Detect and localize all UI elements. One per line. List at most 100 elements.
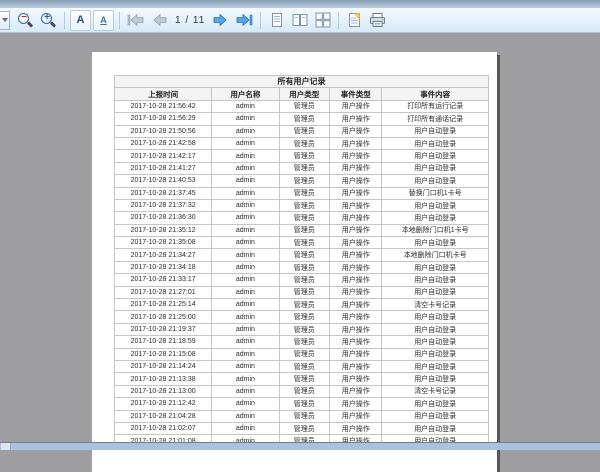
previous-page-button[interactable] [148, 10, 169, 31]
table-cell: 替换门口机1卡号 [382, 187, 489, 199]
zoom-in-button[interactable]: + [38, 10, 59, 31]
table-cell: admin [212, 398, 279, 410]
table-row: 2017-10-28 21:37:32admin管理员用户操作用户自动登录 [115, 199, 489, 211]
report-title: 所有用户记录 [115, 76, 489, 88]
table-cell: 用户操作 [330, 311, 382, 323]
table-cell: 管理员 [279, 175, 329, 187]
table-row: 2017-10-28 21:56:29admin管理员用户操作打印所有通话记录 [115, 113, 489, 125]
table-row: 2017-10-28 21:25:14admin管理员用户操作清空卡号记录 [115, 299, 489, 311]
single-page-layout-button[interactable] [266, 10, 287, 31]
table-cell: 用户自动登录 [382, 410, 489, 422]
table-cell: 2017-10-28 21:34:18 [115, 261, 212, 273]
previous-page-icon [150, 12, 167, 28]
column-header-report-time: 上报时间 [115, 88, 212, 100]
table-cell: 用户操作 [330, 249, 382, 261]
zoom-level-dropdown[interactable] [0, 11, 10, 30]
four-page-layout-button[interactable] [312, 10, 333, 31]
table-cell: 2017-10-28 21:02:07 [115, 422, 212, 434]
table-row: 2017-10-28 21:33:17admin管理员用户操作用户自动登录 [115, 274, 489, 286]
table-cell: 本地删除门口机卡号 [382, 249, 489, 261]
table-cell: 管理员 [279, 286, 329, 298]
table-cell: 用户操作 [330, 323, 382, 335]
table-cell: 管理员 [279, 360, 329, 372]
table-cell: admin [212, 125, 279, 137]
horizontal-scrollbar[interactable] [0, 443, 600, 450]
table-cell: admin [212, 323, 279, 335]
table-row: 2017-10-28 21:13:38admin管理员用户操作用户自动登录 [115, 373, 489, 385]
table-cell: 2017-10-28 21:33:17 [115, 274, 212, 286]
table-row: 2017-10-28 21:15:08admin管理员用户操作用户自动登录 [115, 348, 489, 360]
table-cell: admin [212, 286, 279, 298]
table-cell: 2017-10-28 21:56:29 [115, 113, 212, 125]
table-cell: 2017-10-28 21:40:53 [115, 175, 212, 187]
table-cell: admin [212, 199, 279, 211]
table-row: 2017-10-28 21:18:59admin管理员用户操作用户自动登录 [115, 336, 489, 348]
font-decrease-button[interactable]: A [93, 10, 114, 31]
table-cell: 2017-10-28 21:56:42 [115, 100, 212, 112]
page-setup-button[interactable] [344, 10, 365, 31]
table-cell: 管理员 [279, 237, 329, 249]
table-cell: 清空卡号记录 [382, 299, 489, 311]
table-row: 2017-10-28 21:27:01admin管理员用户操作用户自动登录 [115, 286, 489, 298]
table-cell: 用户操作 [330, 212, 382, 224]
two-page-layout-icon [292, 12, 308, 28]
table-cell: 清空卡号记录 [382, 385, 489, 397]
table-cell: admin [212, 150, 279, 162]
table-cell: 管理员 [279, 224, 329, 236]
table-cell: 管理员 [279, 410, 329, 422]
table-cell: 2017-10-28 21:12:42 [115, 398, 212, 410]
table-cell: 用户操作 [330, 175, 382, 187]
table-row: 2017-10-28 21:36:30admin管理员用户操作用户自动登录 [115, 212, 489, 224]
table-cell: 用户操作 [330, 261, 382, 273]
table-cell: 用户自动登录 [382, 336, 489, 348]
preview-page: 所有用户记录 上报时间 用户名称 用户类型 事件类型 事件内容 2017-10-… [92, 52, 497, 472]
table-cell: 用户自动登录 [382, 175, 489, 187]
table-cell: 2017-10-28 21:25:00 [115, 311, 212, 323]
table-cell: 用户操作 [330, 398, 382, 410]
zoom-out-button[interactable]: − [15, 10, 36, 31]
table-cell: 用户操作 [330, 187, 382, 199]
table-cell: 管理员 [279, 137, 329, 149]
page-divider: / [185, 15, 189, 26]
print-button[interactable] [367, 10, 388, 31]
next-page-button[interactable] [211, 10, 232, 31]
table-row: 2017-10-28 21:14:24admin管理员用户操作用户自动登录 [115, 360, 489, 372]
chevron-down-icon [2, 18, 8, 22]
table-cell: admin [212, 175, 279, 187]
table-cell: 管理员 [279, 113, 329, 125]
table-cell: 本地删除门口机1卡号 [382, 224, 489, 236]
scrollbar-left-chip[interactable] [1, 443, 11, 450]
table-cell: 用户自动登录 [382, 125, 489, 137]
table-row: 2017-10-28 21:13:00admin管理员用户操作清空卡号记录 [115, 385, 489, 397]
two-page-layout-button[interactable] [289, 10, 310, 31]
table-cell: 管理员 [279, 373, 329, 385]
table-row: 2017-10-28 21:25:00admin管理员用户操作用户自动登录 [115, 311, 489, 323]
table-cell: admin [212, 249, 279, 261]
font-increase-button[interactable]: A [70, 10, 91, 31]
page-counter: 1 / 11 [175, 15, 205, 26]
table-cell: 管理员 [279, 398, 329, 410]
table-cell: 用户操作 [330, 100, 382, 112]
table-row: 2017-10-28 21:40:53admin管理员用户操作用户自动登录 [115, 175, 489, 187]
first-page-button[interactable] [125, 10, 146, 31]
table-cell: 2017-10-28 21:25:14 [115, 299, 212, 311]
first-page-icon [127, 12, 144, 28]
table-cell: admin [212, 162, 279, 174]
table-cell: 用户操作 [330, 299, 382, 311]
table-cell: 用户自动登录 [382, 373, 489, 385]
report-title-row: 所有用户记录 [115, 76, 489, 88]
table-cell: 用户操作 [330, 162, 382, 174]
table-cell: 用户操作 [330, 224, 382, 236]
table-cell: 2017-10-28 21:15:08 [115, 348, 212, 360]
print-preview-window: { "colors": { "toolbar_bg_top": "#f4fafe… [0, 0, 600, 450]
table-cell: 用户操作 [330, 150, 382, 162]
table-cell: 2017-10-28 21:50:56 [115, 125, 212, 137]
table-cell: 管理员 [279, 274, 329, 286]
font-increase-icon: A [77, 15, 85, 26]
last-page-button[interactable] [234, 10, 255, 31]
table-cell: 2017-10-28 21:13:38 [115, 373, 212, 385]
table-cell: 管理员 [279, 261, 329, 273]
table-cell: 用户操作 [330, 336, 382, 348]
table-row: 2017-10-28 21:12:42admin管理员用户操作用户自动登录 [115, 398, 489, 410]
table-cell: admin [212, 237, 279, 249]
